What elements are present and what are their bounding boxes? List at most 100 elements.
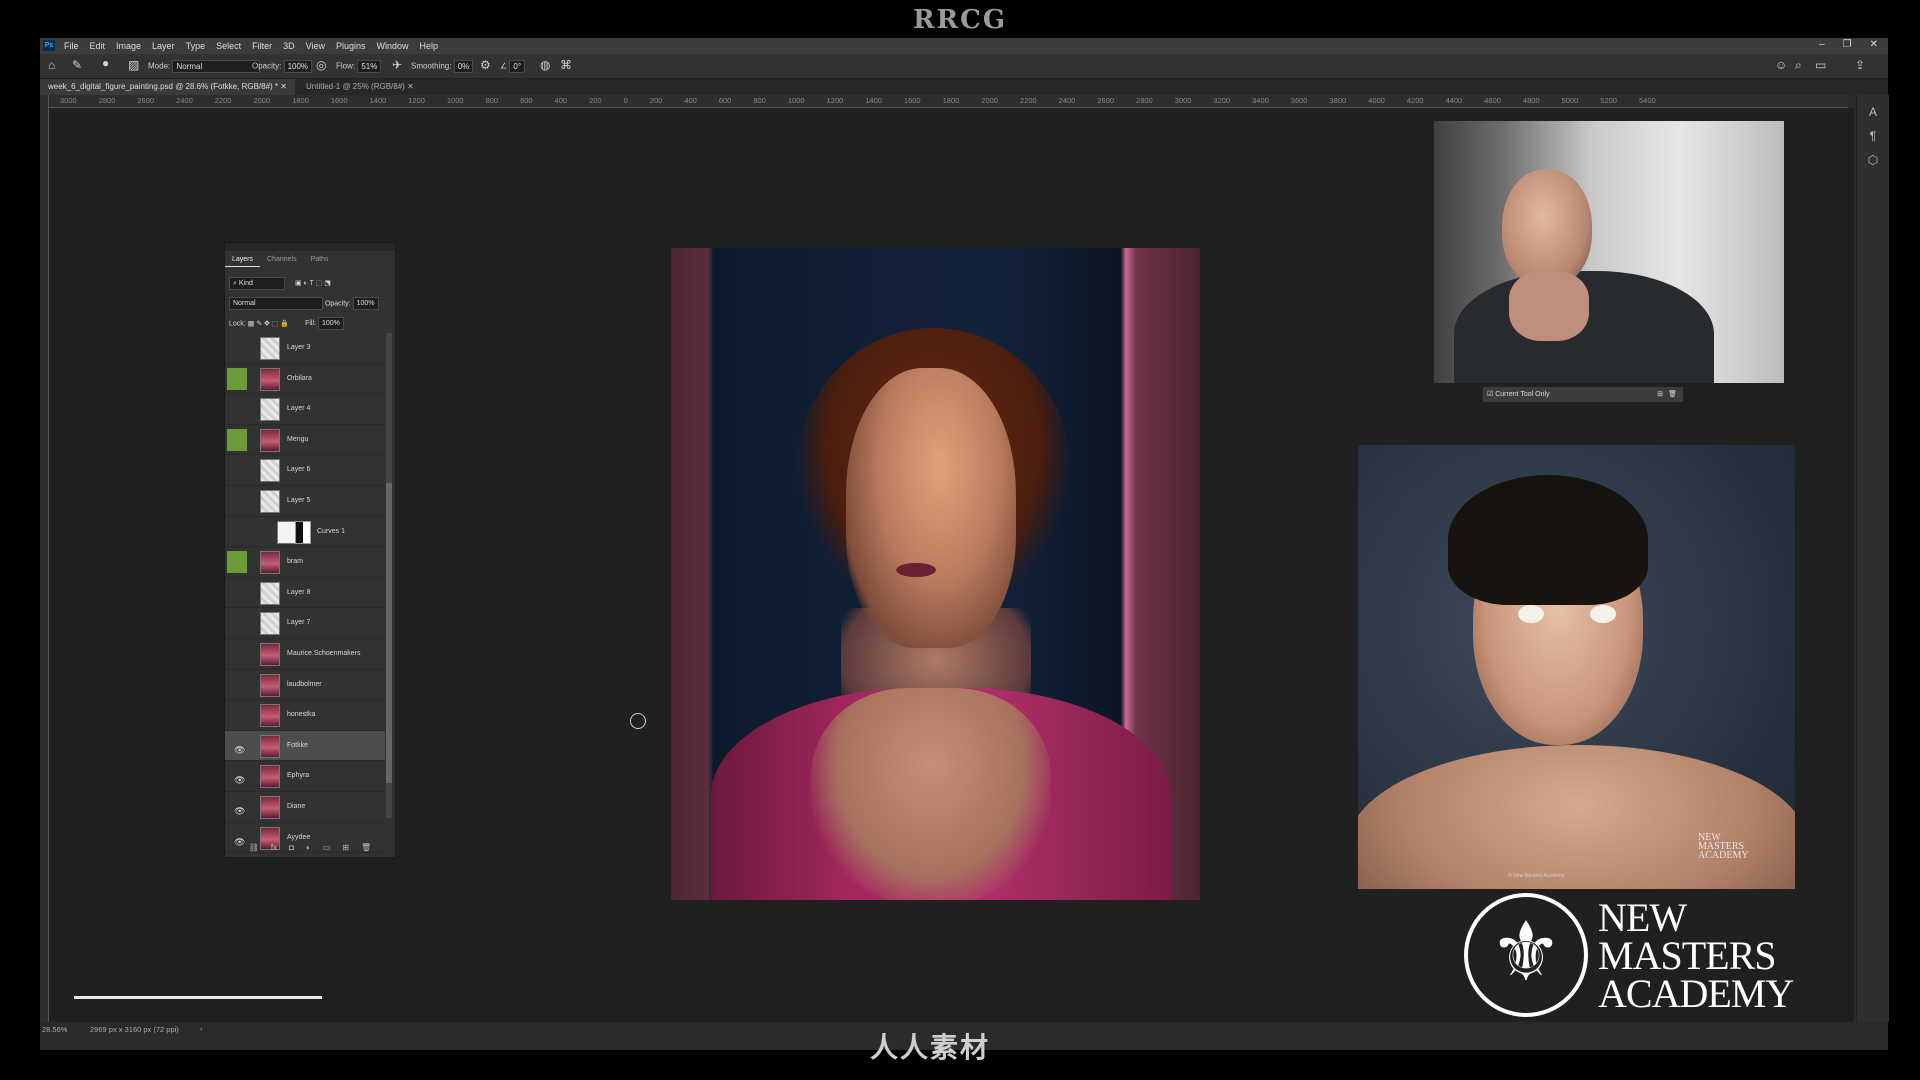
visibility-toggle[interactable]: [227, 582, 247, 604]
delete-preset-icon[interactable]: 🗑: [1668, 387, 1677, 402]
group-icon[interactable]: ▭: [323, 843, 331, 852]
pressure-opacity-icon[interactable]: ◎: [316, 58, 326, 72]
new-preset-icon[interactable]: ⊞: [1657, 387, 1663, 402]
menu-item-select[interactable]: Select: [216, 41, 241, 51]
menu-item-type[interactable]: Type: [186, 41, 206, 51]
visibility-toggle[interactable]: [227, 428, 247, 451]
visibility-toggle[interactable]: [227, 521, 247, 543]
visibility-toggle[interactable]: [227, 674, 247, 696]
menu-item-image[interactable]: Image: [116, 41, 141, 51]
layer-row[interactable]: Mengu: [225, 425, 385, 456]
opacity-field[interactable]: 100%: [283, 60, 313, 73]
tab-week-6[interactable]: week_6_digital_figure_painting.psd @ 28.…: [40, 79, 295, 95]
search-icon[interactable]: ⌕: [1795, 58, 1802, 73]
visibility-toggle[interactable]: [227, 643, 247, 665]
painting-canvas[interactable]: [671, 248, 1200, 900]
menu-item-layer[interactable]: Layer: [152, 41, 175, 51]
visibility-toggle[interactable]: 👁: [227, 735, 247, 757]
panel-header[interactable]: [225, 243, 395, 251]
filter-icons[interactable]: ▣ ◐ T ⬚ ⬔: [295, 280, 331, 287]
airbrush-icon[interactable]: ✈: [392, 58, 402, 72]
eye-icon[interactable]: 👁: [234, 775, 245, 786]
menu-item-3d[interactable]: 3D: [283, 41, 295, 51]
visibility-toggle[interactable]: [227, 337, 247, 359]
layer-row[interactable]: 👁 Ephyra: [225, 761, 385, 792]
brush-tool-icon[interactable]: ✎: [72, 58, 82, 72]
fx-icon[interactable]: fx: [271, 843, 277, 852]
character-icon[interactable]: A: [1857, 105, 1889, 119]
layer-mask-thumbnail[interactable]: [295, 520, 311, 544]
layer-row[interactable]: Layer 3: [225, 333, 385, 364]
pressure-size-icon[interactable]: ◍: [540, 58, 550, 72]
layer-row[interactable]: 👁 Fotkke: [225, 730, 385, 762]
tab-paths[interactable]: Paths: [304, 253, 336, 267]
menu-item-plugins[interactable]: Plugins: [336, 41, 366, 51]
smoothing-field[interactable]: 0%: [453, 60, 474, 73]
close-tab-icon[interactable]: ✕: [280, 82, 287, 91]
visibility-toggle[interactable]: [227, 459, 247, 481]
menu-item-help[interactable]: Help: [420, 41, 439, 51]
status-arrow-icon[interactable]: ›: [200, 1024, 203, 1033]
eye-icon[interactable]: 👁: [234, 806, 245, 817]
menu-item-edit[interactable]: Edit: [90, 41, 106, 51]
fill-field[interactable]: 100%: [317, 317, 344, 330]
angle-field[interactable]: 0°: [509, 60, 526, 73]
layer-row[interactable]: bram: [225, 547, 385, 578]
brush-preset-icon[interactable]: ●: [102, 56, 109, 70]
eye-icon[interactable]: 👁: [234, 745, 245, 756]
layer-row[interactable]: laudbolmer: [225, 670, 385, 701]
checkbox-icon[interactable]: ☑: [1487, 391, 1493, 398]
paragraph-icon[interactable]: ¶: [1857, 129, 1889, 143]
layer-row[interactable]: Layer 4: [225, 394, 385, 425]
lock-icons[interactable]: ▦ ✎ ✥ ⬚ 🔒: [248, 320, 289, 327]
visibility-toggle[interactable]: 👁: [227, 765, 247, 787]
mask-icon[interactable]: ◘: [289, 843, 294, 852]
visibility-toggle[interactable]: [227, 551, 247, 574]
smoothing-settings-icon[interactable]: ⚙: [480, 58, 491, 72]
menu-item-filter[interactable]: Filter: [252, 41, 272, 51]
menu-item-file[interactable]: File: [64, 41, 79, 51]
3d-icon[interactable]: ⬡: [1857, 153, 1889, 167]
layers-scrollbar[interactable]: [386, 333, 392, 818]
export-icon[interactable]: ⇪: [1855, 58, 1865, 72]
visibility-toggle[interactable]: [227, 367, 247, 390]
visibility-toggle[interactable]: [227, 612, 247, 634]
layer-row[interactable]: Layer 7: [225, 608, 385, 639]
blend-mode-select[interactable]: Normal: [229, 297, 323, 310]
tab-untitled-1[interactable]: Untitled-1 @ 25% (RGB/8#) ✕: [298, 79, 422, 95]
brush-settings-icon[interactable]: ▨: [128, 58, 139, 72]
scroll-thumb[interactable]: [386, 483, 392, 783]
layer-row[interactable]: Layer 6: [225, 455, 385, 486]
new-layer-icon[interactable]: ⊞: [342, 843, 349, 852]
share-icon[interactable]: ☺: [1775, 58, 1787, 72]
trash-icon[interactable]: 🗑: [361, 843, 371, 852]
layer-row[interactable]: Maurice.Schoenmakers: [225, 639, 385, 670]
home-icon[interactable]: ⌂: [48, 58, 55, 72]
layer-row[interactable]: Curves 1: [225, 517, 385, 548]
minimize-icon[interactable]: –: [1819, 39, 1825, 50]
layer-opacity-field[interactable]: 100%: [352, 297, 379, 310]
flow-field[interactable]: 51%: [357, 60, 382, 73]
layer-row[interactable]: honestka: [225, 700, 385, 731]
menu-item-view[interactable]: View: [306, 41, 325, 51]
adjustment-icon[interactable]: ◐: [306, 843, 311, 852]
layer-row[interactable]: Layer 5: [225, 486, 385, 517]
visibility-toggle[interactable]: [227, 398, 247, 420]
tab-layers[interactable]: Layers: [225, 253, 261, 267]
workspace-icon[interactable]: ▭: [1815, 58, 1826, 72]
close-icon[interactable]: ✕: [1870, 39, 1878, 50]
visibility-toggle[interactable]: [227, 490, 247, 512]
link-icon[interactable]: ⛓: [249, 843, 259, 852]
symmetry-icon[interactable]: ⌘: [560, 58, 572, 72]
layer-row[interactable]: Orbilara: [225, 364, 385, 395]
visibility-toggle[interactable]: 👁: [227, 796, 247, 818]
mode-select[interactable]: Normal: [172, 60, 261, 73]
layer-row[interactable]: 👁 Diane: [225, 792, 385, 823]
menu-item-window[interactable]: Window: [377, 41, 409, 51]
filter-kind-select[interactable]: ⌕ Kind: [229, 277, 285, 290]
layer-row[interactable]: Layer 8: [225, 578, 385, 609]
restore-icon[interactable]: ❐: [1843, 39, 1852, 50]
tab-channels[interactable]: Channels: [260, 253, 304, 267]
zoom-readout[interactable]: 28.56%: [42, 1025, 67, 1034]
visibility-toggle[interactable]: [227, 704, 247, 726]
